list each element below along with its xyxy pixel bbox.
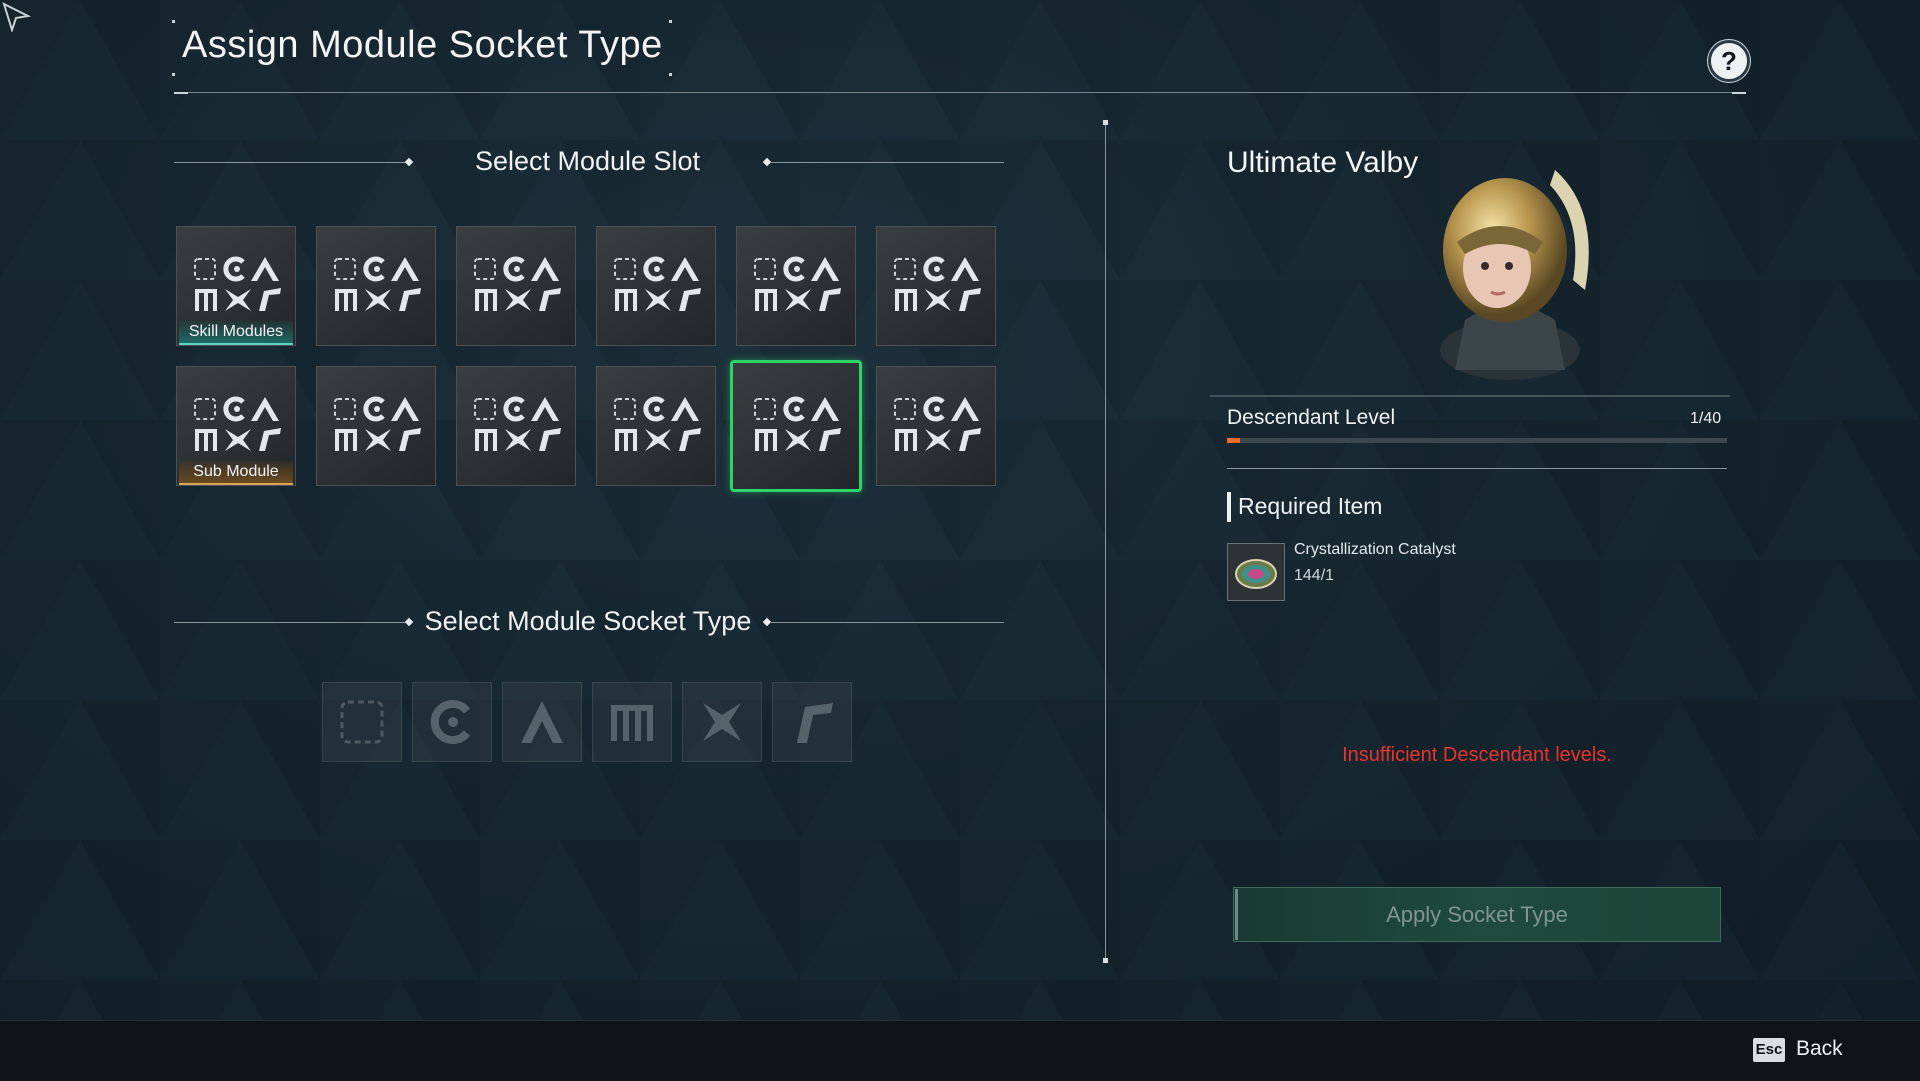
crystallization-catalyst-icon (1235, 559, 1277, 589)
bottom-bar (0, 1020, 1920, 1081)
stat-divider (1210, 395, 1730, 397)
section-line-left (174, 162, 410, 163)
module-slot[interactable]: Sub Module (176, 366, 296, 486)
malachite-socket-icon (611, 705, 653, 741)
sub-module-tag: Sub Module (179, 461, 293, 485)
required-item-marker (1227, 492, 1231, 522)
descendant-level-value: 1/40 (1690, 410, 1722, 427)
header-tick-right (1732, 92, 1746, 94)
panel-divider (1105, 122, 1106, 962)
socket-glyphs-icon (474, 256, 561, 311)
socket-glyphs-icon (334, 256, 421, 311)
apply-socket-type-button[interactable]: Apply Socket Type (1233, 887, 1721, 942)
cerulean-socket-icon (430, 700, 471, 744)
socket-type-blank[interactable] (322, 682, 402, 762)
module-slot[interactable] (596, 226, 716, 346)
descendant-level-label: Descendant Level (1227, 406, 1396, 429)
module-slot[interactable] (876, 226, 996, 346)
mouse-cursor-icon (2, 2, 32, 32)
module-slot[interactable] (876, 366, 996, 486)
slots-section-title: Select Module Slot (474, 146, 701, 176)
apply-button-edge (1235, 889, 1238, 940)
divider-dot (1103, 958, 1108, 963)
socket-type-xantic[interactable] (682, 682, 762, 762)
level-progress-bar (1227, 438, 1727, 443)
module-slot[interactable] (316, 226, 436, 346)
module-slot[interactable] (596, 366, 716, 486)
module-slot[interactable] (456, 366, 576, 486)
socket-type-cerulean[interactable] (412, 682, 492, 762)
module-slot-selected[interactable] (730, 360, 862, 492)
socket-type-almandine[interactable] (502, 682, 582, 762)
background-pattern (0, 0, 1920, 1020)
module-slot[interactable]: Skill Modules (176, 226, 296, 346)
esc-key-icon[interactable]: Esc (1753, 1038, 1785, 1062)
header-divider (174, 92, 1746, 93)
level-progress-fill (1227, 438, 1240, 443)
required-item-name: Crystallization Catalyst (1294, 541, 1456, 558)
section-line-right (770, 162, 1004, 163)
socket-type-malachite[interactable] (592, 682, 672, 762)
section-line-right (770, 622, 1004, 623)
socket-glyphs-icon (194, 396, 281, 451)
module-slot[interactable] (736, 226, 856, 346)
xantic-socket-icon (703, 703, 741, 741)
socket-glyphs-icon (754, 256, 841, 311)
socket-glyphs-icon (334, 396, 421, 451)
socket-glyphs-icon (614, 256, 701, 311)
socket-glyphs-icon (474, 396, 561, 451)
required-item-title: Required Item (1238, 493, 1383, 519)
module-slot[interactable] (456, 226, 576, 346)
divider-dot (1103, 120, 1108, 125)
socket-section-title: Select Module Socket Type (424, 606, 752, 636)
socket-glyphs-icon (614, 396, 701, 451)
required-item-count: 144/1 (1294, 567, 1335, 584)
socket-glyphs-icon (754, 396, 841, 451)
insufficient-level-warning: Insufficient Descendant levels. (1342, 744, 1612, 766)
module-slot[interactable] (316, 366, 436, 486)
socket-glyphs-icon (894, 396, 981, 451)
blank-socket-icon (340, 700, 384, 744)
section-divider (1227, 468, 1727, 469)
socket-glyphs-icon (194, 256, 281, 311)
back-button[interactable]: Back (1796, 1037, 1843, 1061)
page-title: Assign Module Socket Type (182, 24, 663, 66)
section-line-left (174, 622, 410, 623)
descendant-name: Ultimate Valby (1227, 146, 1419, 179)
rutile-socket-icon (797, 703, 833, 743)
help-button[interactable]: ? (1708, 40, 1750, 82)
catalyst-item-icon[interactable] (1227, 543, 1285, 601)
socket-type-rutile[interactable] (772, 682, 852, 762)
socket-glyphs-icon (894, 256, 981, 311)
header-tick-left (174, 92, 188, 94)
skill-modules-tag: Skill Modules (179, 321, 293, 345)
descendant-portrait (1440, 170, 1589, 380)
almandine-socket-icon (521, 701, 563, 743)
